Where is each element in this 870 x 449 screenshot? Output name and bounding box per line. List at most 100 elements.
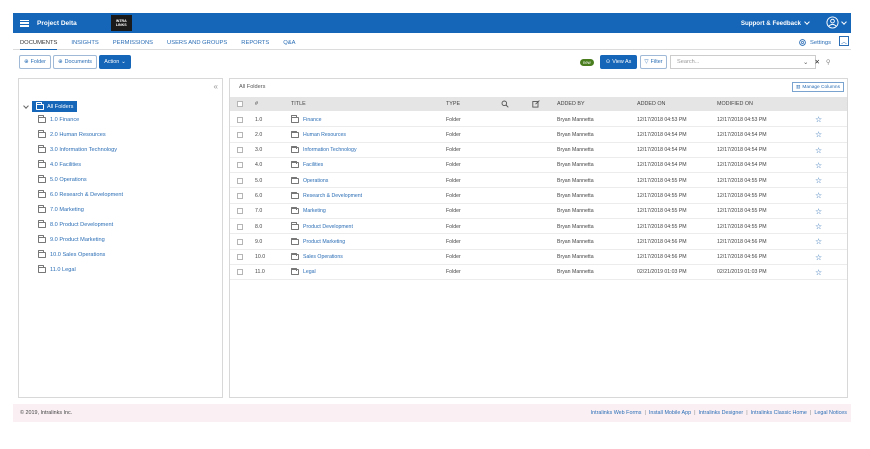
- row-checkbox[interactable]: [237, 158, 243, 173]
- footer-link[interactable]: Intralinks Classic Home: [751, 410, 807, 416]
- expand-caret-icon[interactable]: [23, 102, 29, 109]
- column-header-added-by[interactable]: ADDED BY: [557, 97, 585, 111]
- clear-search-icon[interactable]: ✕: [814, 58, 819, 66]
- folder-link[interactable]: Facilities: [291, 161, 323, 169]
- project-title[interactable]: Project Delta: [37, 20, 77, 27]
- add-documents-button[interactable]: ⊕ Documents: [53, 55, 97, 69]
- footer-link[interactable]: Intralinks Web Forms: [591, 410, 642, 416]
- column-header-added-on[interactable]: ADDED ON: [637, 97, 665, 111]
- column-header-modified-on[interactable]: MODIFIED ON: [717, 97, 753, 111]
- column-header-search-icon[interactable]: [501, 97, 509, 111]
- cell-title[interactable]: Marketing: [291, 204, 326, 219]
- tree-item-folder[interactable]: 8.0 Product Development: [24, 217, 123, 232]
- row-checkbox[interactable]: [237, 250, 243, 265]
- search-input[interactable]: Search...: [670, 55, 816, 69]
- folder-link[interactable]: Marketing: [291, 207, 326, 215]
- tree-item-folder[interactable]: 1.0 Finance: [24, 112, 123, 127]
- column-header-number[interactable]: #: [255, 97, 258, 111]
- search-icon[interactable]: ⚲: [826, 58, 831, 66]
- column-header-title[interactable]: TITLE: [291, 97, 306, 111]
- table-row[interactable]: 4.0 Facilities Folder Bryan Mannetta 12/17/2…: [230, 158, 847, 174]
- row-checkbox[interactable]: [237, 219, 243, 234]
- favorite-star-icon[interactable]: ☆: [815, 188, 822, 203]
- favorite-star-icon[interactable]: ☆: [815, 112, 822, 127]
- support-feedback-menu[interactable]: Support & Feedback: [741, 13, 810, 33]
- row-checkbox[interactable]: [237, 188, 243, 203]
- folder-link[interactable]: Operations: [291, 176, 328, 184]
- column-header-edit-icon[interactable]: [532, 97, 540, 111]
- row-checkbox[interactable]: [237, 127, 243, 142]
- footer-link[interactable]: Intralinks Designer: [699, 410, 744, 416]
- collapse-panel-icon[interactable]: «: [214, 82, 218, 91]
- favorite-star-icon[interactable]: ☆: [815, 219, 822, 234]
- tab-reports[interactable]: REPORTS: [241, 37, 269, 50]
- row-checkbox[interactable]: [237, 173, 243, 188]
- folder-link[interactable]: Information Technology: [291, 145, 357, 154]
- hamburger-menu-icon[interactable]: [20, 19, 29, 27]
- favorite-star-icon[interactable]: ☆: [815, 234, 822, 249]
- cell-title[interactable]: Finance: [291, 112, 321, 127]
- row-checkbox[interactable]: [237, 143, 243, 158]
- footer-link[interactable]: Legal Notices: [814, 410, 847, 416]
- table-row[interactable]: 3.0 Information Technology Folder Bryan Man…: [230, 143, 847, 158]
- column-header-type[interactable]: TYPE: [446, 97, 460, 111]
- add-folder-button[interactable]: ⊕ Folder: [19, 55, 51, 69]
- table-row[interactable]: 1.0 Finance Folder Bryan Mannetta 12/17/2018…: [230, 112, 847, 128]
- folder-link[interactable]: Product Marketing: [291, 237, 345, 245]
- tab-documents[interactable]: DOCUMENTS: [20, 37, 58, 50]
- chevron-down-icon[interactable]: ⌄: [803, 58, 808, 66]
- tree-item-folder[interactable]: 10.0 Sales Operations: [24, 247, 123, 262]
- cell-title[interactable]: Operations: [291, 173, 328, 188]
- footer-link[interactable]: Install Mobile App: [649, 410, 691, 416]
- tree-item-folder[interactable]: 9.0 Product Marketing: [24, 232, 123, 247]
- tree-item-folder[interactable]: 5.0 Operations: [24, 172, 123, 187]
- table-row[interactable]: 7.0 Marketing Folder Bryan Mannetta 12/17/20…: [230, 204, 847, 220]
- settings-button[interactable]: Settings: [798, 38, 831, 47]
- cell-title[interactable]: Research & Development: [291, 188, 362, 203]
- action-dropdown-button[interactable]: Action ⌄: [99, 55, 131, 69]
- folder-link[interactable]: Product Development: [291, 222, 353, 230]
- tree-item-folder[interactable]: 11.0 Legal: [24, 262, 123, 277]
- cell-title[interactable]: Sales Operations: [291, 250, 343, 265]
- favorite-star-icon[interactable]: ☆: [815, 127, 822, 142]
- select-all-checkbox[interactable]: [237, 97, 243, 111]
- table-row[interactable]: 9.0 Product Marketing Folder Bryan Mannetta…: [230, 234, 847, 250]
- tab-insights[interactable]: INSIGHTS: [71, 37, 98, 50]
- cell-title[interactable]: Facilities: [291, 158, 323, 173]
- favorite-star-icon[interactable]: ☆: [815, 250, 822, 265]
- tab-permissions[interactable]: PERMISSIONS: [113, 37, 153, 50]
- tree-item-folder[interactable]: 4.0 Facilities: [24, 157, 123, 172]
- tree-item-all-folders[interactable]: All Folders: [32, 101, 78, 112]
- table-row[interactable]: 8.0 Product Development Folder Bryan Mannet…: [230, 219, 847, 235]
- table-row[interactable]: 5.0 Operations Folder Bryan Mannetta 12/17/2…: [230, 173, 847, 189]
- favorite-star-icon[interactable]: ☆: [815, 158, 822, 173]
- favorite-star-icon[interactable]: ☆: [815, 204, 822, 219]
- table-row[interactable]: 6.0 Research & Development Folder Bryan Man…: [230, 188, 847, 204]
- cell-title[interactable]: Information Technology: [291, 143, 357, 158]
- cell-title[interactable]: Human Resources: [291, 127, 346, 142]
- tree-item-folder[interactable]: 6.0 Research & Development: [24, 187, 123, 202]
- cell-title[interactable]: Product Development: [291, 219, 353, 234]
- manage-columns-button[interactable]: ▥ Manage Columns: [791, 82, 844, 92]
- tree-item-folder[interactable]: 7.0 Marketing: [24, 202, 123, 217]
- favorite-star-icon[interactable]: ☆: [815, 265, 822, 280]
- folder-link[interactable]: Human Resources: [291, 130, 346, 138]
- folder-link[interactable]: Research & Development: [291, 191, 362, 199]
- cell-title[interactable]: Legal: [291, 265, 316, 280]
- collapse-header-button[interactable]: ︿: [839, 36, 849, 46]
- table-row[interactable]: 2.0 Human Resources Folder Bryan Mannetta 12…: [230, 127, 847, 143]
- folder-link[interactable]: Sales Operations: [291, 252, 343, 261]
- folder-link[interactable]: Finance: [291, 115, 321, 123]
- row-checkbox[interactable]: [237, 204, 243, 219]
- table-row[interactable]: 10.0 Sales Operations Folder Bryan Mannetta…: [230, 250, 847, 265]
- table-row[interactable]: 11.0 Legal Folder Bryan Mannetta 02/21/2019 …: [230, 265, 847, 281]
- tab-users-and-groups[interactable]: USERS AND GROUPS: [167, 37, 227, 50]
- filter-button[interactable]: ▽ Filter: [640, 55, 667, 69]
- row-checkbox[interactable]: [237, 234, 243, 249]
- tree-item-folder[interactable]: 2.0 Human Resources: [24, 127, 123, 142]
- view-as-button[interactable]: ⊙ View As: [600, 55, 637, 69]
- favorite-star-icon[interactable]: ☆: [815, 143, 822, 158]
- favorite-star-icon[interactable]: ☆: [815, 173, 822, 188]
- cell-title[interactable]: Product Marketing: [291, 234, 345, 249]
- row-checkbox[interactable]: [237, 112, 243, 127]
